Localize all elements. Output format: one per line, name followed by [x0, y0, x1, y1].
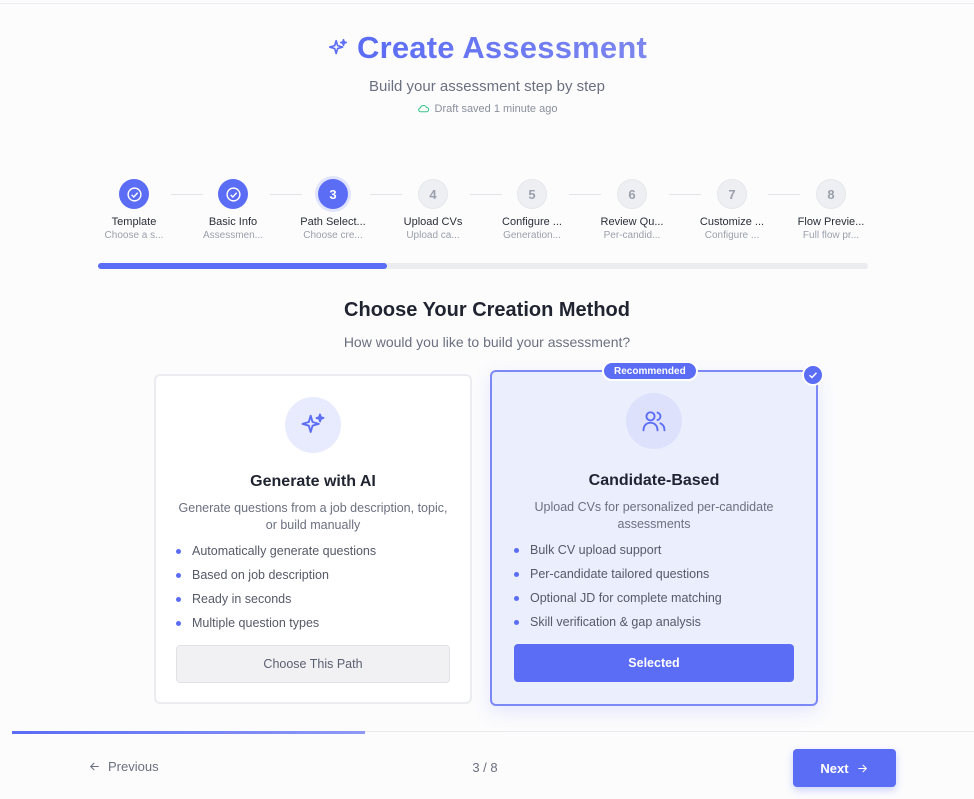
arrow-right-icon [857, 764, 867, 772]
step-title: Review Qu... [600, 216, 664, 228]
step-basic-info[interactable]: Basic Info Assessmen... [183, 179, 283, 241]
stepper-progress-bar [98, 263, 868, 269]
title-row: Create Assessment [0, 30, 974, 66]
feature-item: Optional JD for complete matching [514, 586, 816, 610]
candidate-based-card[interactable]: Recommended Candidate-Based Upload CVs f… [490, 361, 824, 706]
page-header: Create Assessment Build your assessment … [0, 30, 974, 115]
users-icon [642, 411, 666, 432]
step-title: Customize ... [699, 216, 765, 228]
step-number: 8 [816, 179, 846, 209]
feature-item: Automatically generate questions [176, 539, 470, 563]
draft-status: Draft saved 1 minute ago [0, 102, 974, 115]
step-review-questions[interactable]: 6 Review Qu... Per-candid... [582, 179, 682, 241]
generate-with-ai-card[interactable]: Generate with AI Generate questions from… [154, 374, 472, 704]
step-number: 4 [418, 179, 448, 209]
card-icon-circle [285, 397, 341, 453]
step-title: Configure ... [502, 216, 562, 228]
page-subtitle: Build your assessment step by step [369, 78, 605, 95]
step-customize[interactable]: 7 Customize ... Configure ... [682, 179, 782, 241]
arrow-left-icon [89, 762, 99, 771]
feature-item: Bulk CV upload support [514, 538, 816, 562]
step-check-circle [119, 179, 149, 209]
step-upload-cvs[interactable]: 4 Upload CVs Upload ca... [383, 179, 483, 241]
sparkles-icon [328, 38, 348, 55]
step-subtitle: Per-candid... [603, 230, 661, 241]
feature-list: Automatically generate questions Based o… [176, 539, 470, 635]
selected-check-icon [802, 364, 824, 386]
step-subtitle: Upload ca... [406, 230, 460, 241]
card-description: Generate questions from a job descriptio… [178, 501, 448, 532]
step-number: 3 [318, 179, 348, 209]
section-title: Choose Your Creation Method [344, 299, 630, 321]
step-title: Template [111, 216, 157, 228]
step-title: Upload CVs [403, 216, 463, 228]
previous-button[interactable]: Previous [88, 759, 159, 774]
card-title: Generate with AI [250, 473, 376, 490]
step-template[interactable]: Template Choose a s... [84, 179, 184, 241]
step-flow-preview[interactable]: 8 Flow Previe... Full flow pr... [781, 179, 881, 241]
step-number: 6 [617, 179, 647, 209]
sparkles-icon [301, 413, 325, 433]
step-number: 7 [717, 179, 747, 209]
section-subtitle: How would you like to build your assessm… [343, 334, 631, 350]
step-subtitle: Choose cre... [303, 230, 363, 241]
card-title: Candidate-Based [588, 472, 720, 489]
step-check-circle [218, 179, 248, 209]
selected-button[interactable]: Selected [514, 644, 794, 682]
top-divider [0, 3, 974, 4]
footer-progress-bar [12, 731, 365, 734]
step-counter: 3 / 8 [472, 760, 498, 775]
feature-item: Ready in seconds [176, 587, 470, 611]
step-subtitle: Full flow pr... [802, 230, 860, 241]
step-number: 5 [517, 179, 547, 209]
step-subtitle: Generation... [503, 230, 561, 241]
choose-this-path-button[interactable]: Choose This Path [176, 645, 450, 683]
step-configure[interactable]: 5 Configure ... Generation... [482, 179, 582, 241]
feature-list: Bulk CV upload support Per-candidate tai… [514, 538, 816, 634]
check-circle-icon [225, 186, 241, 202]
feature-item: Per-candidate tailored questions [514, 562, 816, 586]
feature-item: Multiple question types [176, 611, 470, 635]
step-title: Flow Previe... [797, 216, 865, 228]
feature-item: Skill verification & gap analysis [514, 610, 816, 634]
step-title: Path Select... [300, 216, 366, 228]
next-label: Next [820, 760, 849, 776]
step-title: Basic Info [208, 216, 258, 228]
step-subtitle: Configure ... [704, 230, 760, 241]
stepper-progress-fill [98, 263, 387, 269]
previous-label: Previous [108, 759, 159, 774]
cloud-icon [417, 104, 429, 113]
card-description: Upload CVs for personalized per-candidat… [534, 500, 774, 531]
step-path-selection[interactable]: 3 Path Select... Choose cre... [283, 179, 383, 241]
check-circle-icon [126, 186, 142, 202]
next-button[interactable]: Next [793, 749, 896, 787]
stepper: Template Choose a s... Basic Info Assess… [84, 179, 884, 249]
recommended-badge: Recommended [602, 361, 698, 381]
page-title: Create Assessment [356, 30, 647, 65]
step-subtitle: Choose a s... [104, 230, 164, 241]
feature-item: Based on job description [176, 563, 470, 587]
step-subtitle: Assessmen... [202, 230, 264, 241]
draft-status-text: Draft saved 1 minute ago [434, 102, 558, 115]
card-icon-circle [626, 393, 682, 449]
